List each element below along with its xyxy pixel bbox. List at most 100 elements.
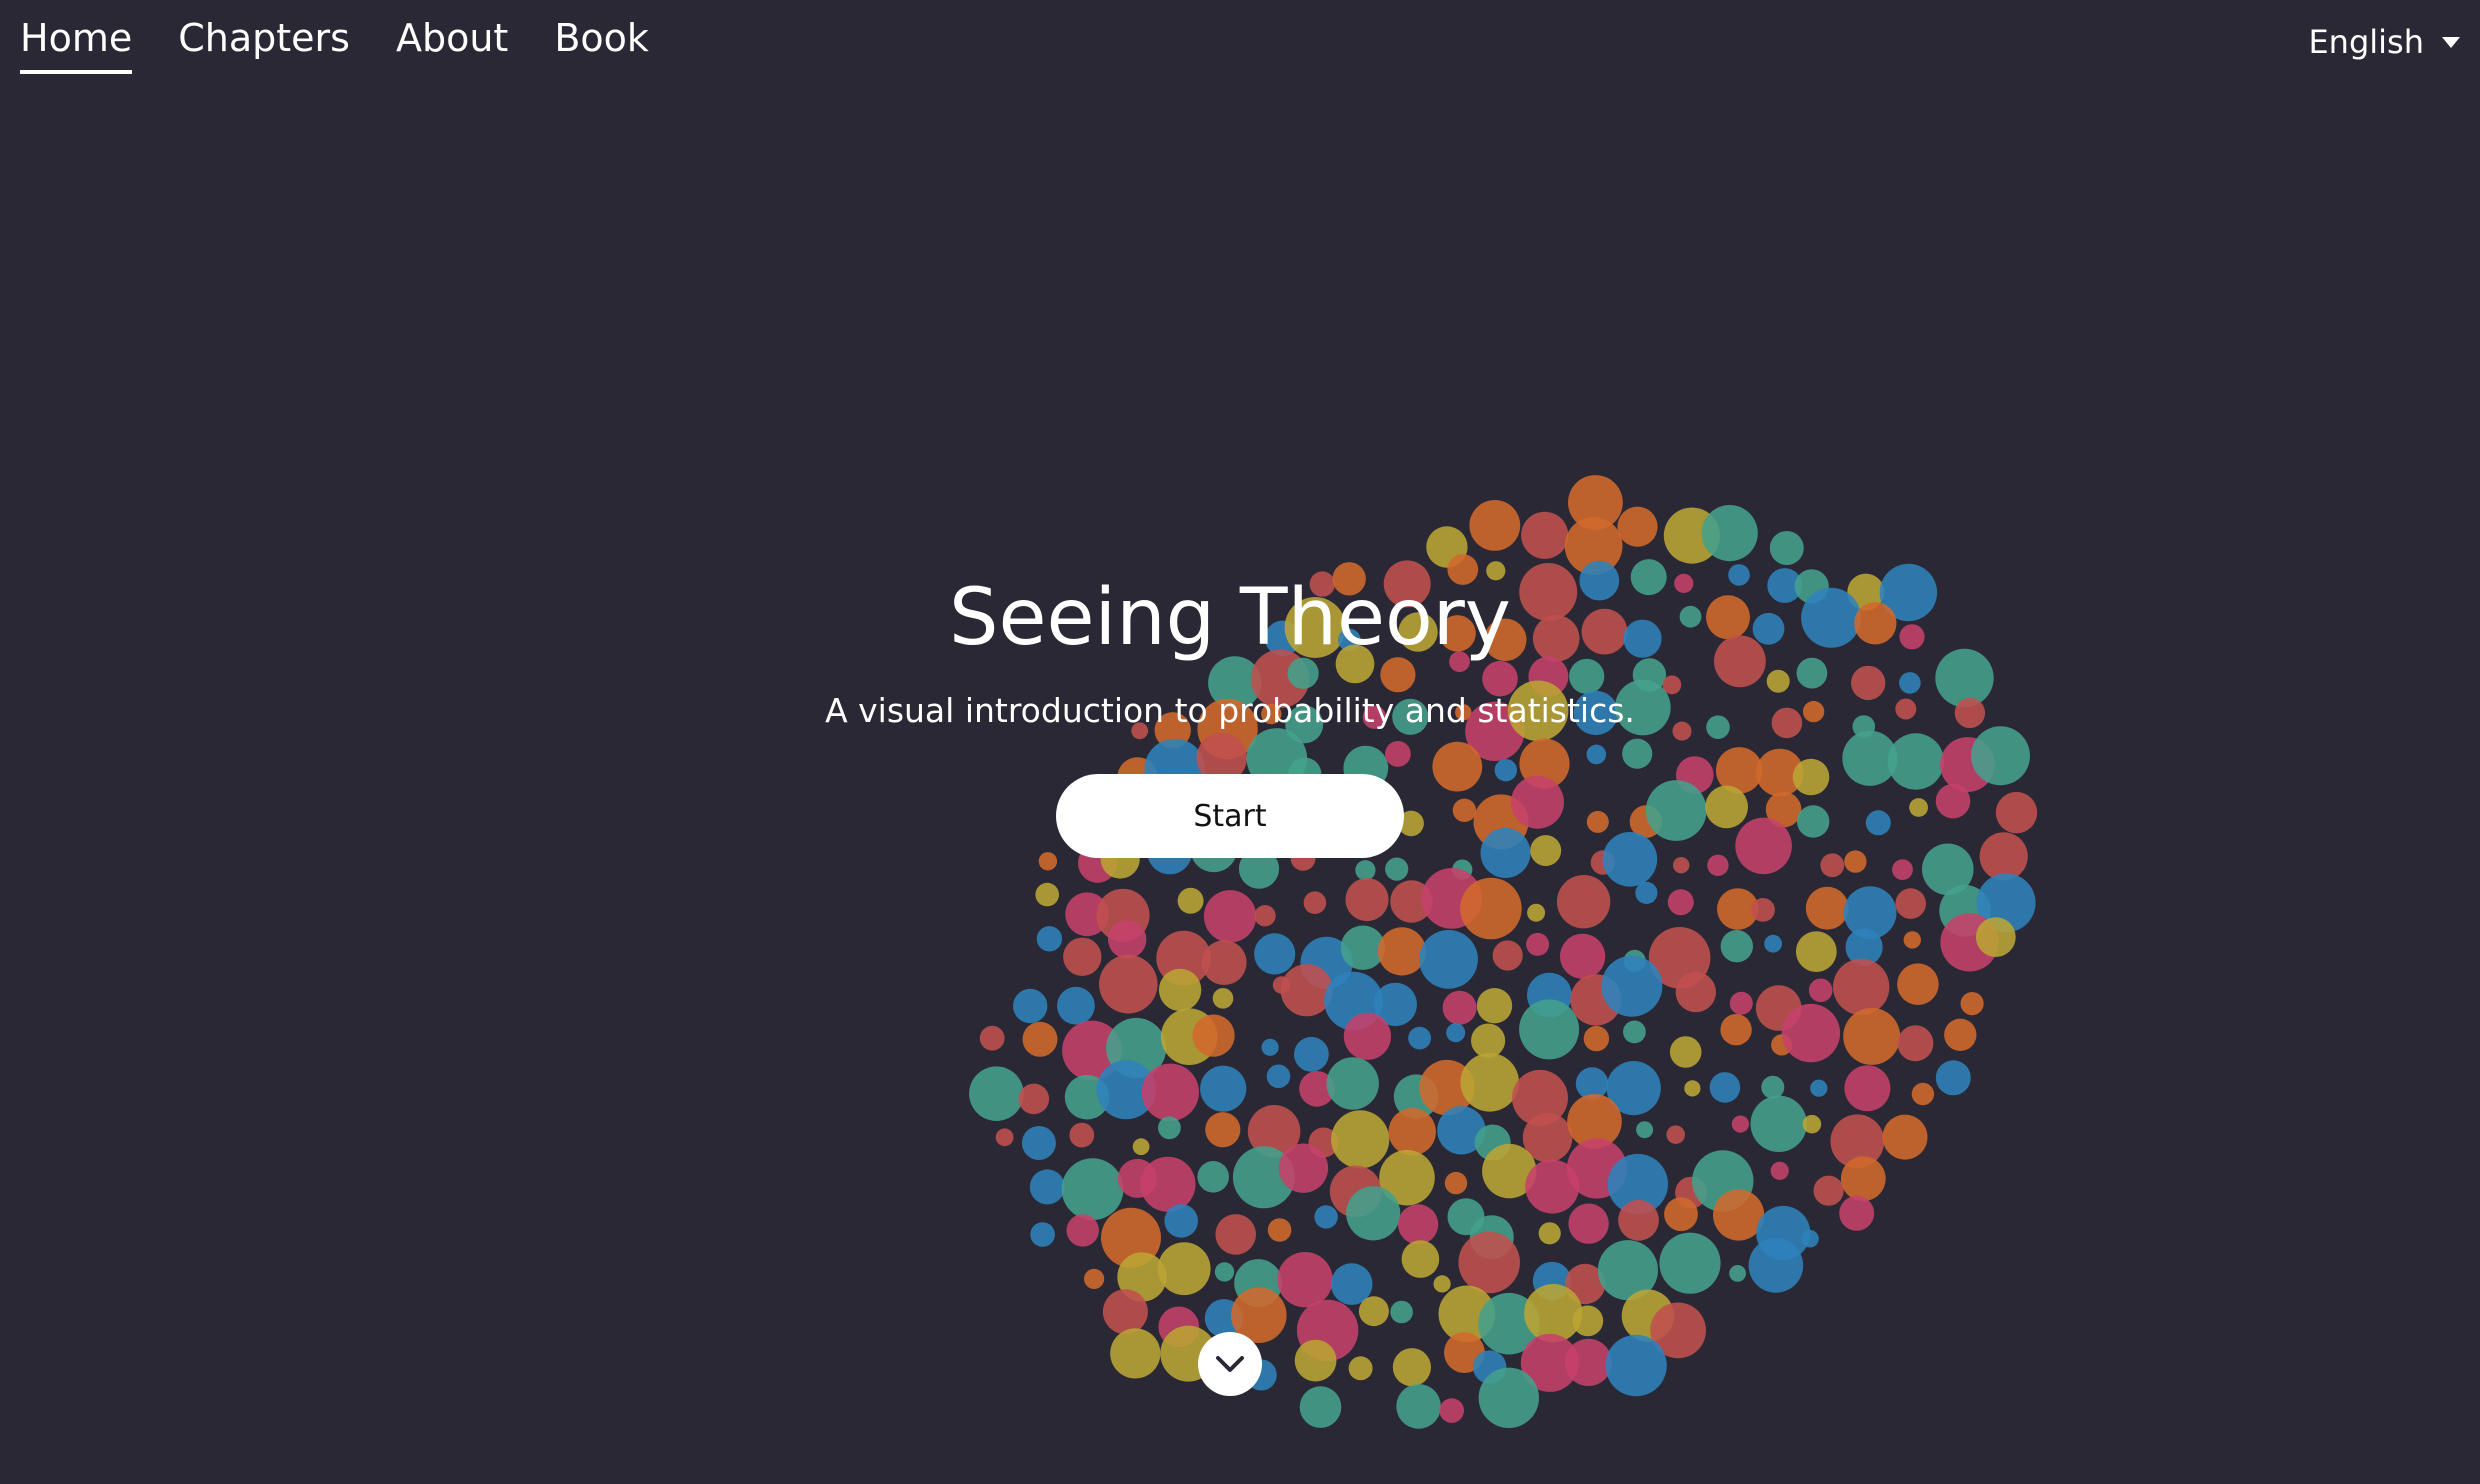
bubble [1673, 857, 1690, 874]
bubble [1521, 511, 1569, 559]
nav-item-book[interactable]: Book [554, 10, 649, 74]
bubble [1935, 1060, 1971, 1096]
bubble [1303, 891, 1327, 914]
bubble [1635, 881, 1658, 905]
bubble [1030, 1222, 1055, 1247]
bubble [1810, 1079, 1828, 1097]
bubble [1158, 1116, 1181, 1140]
hero-title: Seeing Theory [949, 573, 1511, 663]
bubble [1388, 1108, 1436, 1156]
bubble [1132, 1138, 1150, 1156]
bubble [1278, 1143, 1329, 1193]
nav-item-home[interactable]: Home [20, 10, 133, 74]
bubble [1205, 1112, 1241, 1148]
language-selector[interactable]: English [2308, 14, 2460, 70]
bubble [1556, 875, 1611, 929]
bubble [1572, 1305, 1604, 1337]
bubble [1377, 927, 1426, 976]
bubble [1267, 1218, 1292, 1242]
bubble [1442, 990, 1477, 1025]
bubble [1294, 1036, 1329, 1072]
bubble [1709, 1072, 1741, 1103]
bubble [1492, 940, 1523, 971]
bubble [1751, 898, 1775, 922]
bubble [1527, 903, 1546, 922]
nav-item-chapters[interactable]: Chapters [178, 10, 350, 74]
bubble [1659, 1232, 1721, 1294]
bubble [1061, 1158, 1124, 1221]
bubble [1433, 1275, 1451, 1293]
bubble [1066, 1214, 1099, 1247]
bubble [1029, 1169, 1065, 1205]
bubble [1036, 926, 1063, 952]
bubble [1526, 932, 1550, 956]
bubble [1201, 940, 1247, 985]
bubble [1326, 1057, 1379, 1110]
bubble [1568, 1203, 1609, 1244]
bubble [1110, 1328, 1161, 1379]
bubble [1805, 886, 1849, 930]
bubble [1197, 1161, 1229, 1193]
page: Home Chapters About Book English Seeing … [0, 0, 2480, 1484]
bubble [1343, 1012, 1391, 1060]
bubble [1524, 1284, 1583, 1343]
bubble [1897, 963, 1939, 1005]
bubble [1261, 1038, 1279, 1056]
bubble [1419, 930, 1478, 989]
bubble [1975, 917, 2016, 957]
bubble [1018, 1083, 1050, 1115]
bubble [1446, 1023, 1466, 1043]
bubble [1439, 1398, 1464, 1423]
bubble [1617, 506, 1658, 547]
bubble [1840, 1156, 1886, 1202]
bubble [1444, 1171, 1468, 1195]
bubble [1903, 931, 1922, 949]
bubble [1618, 1199, 1659, 1241]
bubble [995, 1128, 1014, 1147]
bubble [1944, 1018, 1977, 1051]
bubble [1675, 971, 1717, 1013]
bubble [1164, 1204, 1198, 1238]
bubble [1519, 999, 1580, 1060]
bubble [1215, 1214, 1256, 1255]
bubble [1666, 1125, 1685, 1144]
nav-item-about[interactable]: About [396, 10, 508, 74]
bubble [1895, 888, 1926, 919]
bubble [1035, 882, 1059, 907]
bubble [1471, 1023, 1506, 1058]
bubble [1277, 1252, 1333, 1308]
bubble [1583, 1025, 1610, 1052]
bubble [1802, 1114, 1822, 1134]
bubble [1460, 1053, 1519, 1112]
start-button[interactable]: Start [1056, 774, 1404, 858]
bubble [1476, 988, 1513, 1024]
caret-down-icon [2442, 36, 2460, 48]
bubble [1729, 1265, 1746, 1282]
bubble [1795, 931, 1837, 972]
bubble [1770, 1161, 1789, 1180]
bubble [1839, 1195, 1875, 1231]
bubble [1748, 1238, 1804, 1293]
bubble [1808, 978, 1833, 1003]
bubble [1203, 890, 1257, 943]
bubble [1099, 954, 1158, 1014]
bubble [1458, 1231, 1520, 1294]
bubble [1022, 1021, 1058, 1057]
scroll-down-button[interactable] [1198, 1332, 1262, 1396]
bubble [1769, 531, 1804, 565]
bubble [1761, 1075, 1785, 1099]
chevron-down-icon [1216, 1356, 1244, 1372]
bubble [1664, 1197, 1698, 1232]
bubble [1102, 1289, 1148, 1335]
bubble [1560, 933, 1606, 979]
bubble [1781, 1003, 1841, 1063]
bubble [1108, 920, 1147, 959]
bubble [1669, 1036, 1702, 1068]
bubble [1057, 986, 1095, 1025]
bubble [979, 1025, 1005, 1051]
bubble [1355, 860, 1376, 881]
bubble [1731, 1115, 1749, 1133]
bubble [1385, 857, 1409, 881]
bubble [1254, 933, 1296, 975]
bubble [1833, 958, 1890, 1016]
